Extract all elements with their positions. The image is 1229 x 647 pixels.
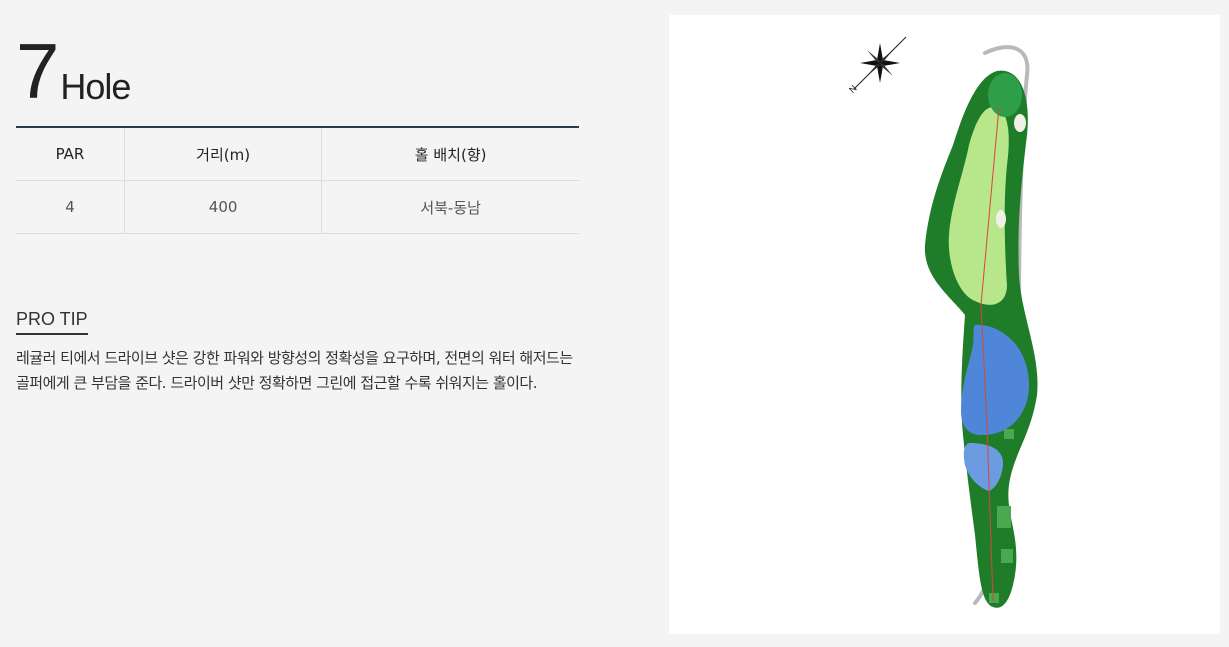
table-row: 4 400 서북-동남 bbox=[16, 180, 579, 234]
tee-box bbox=[1001, 549, 1013, 563]
tee-box bbox=[997, 506, 1011, 528]
putting-green bbox=[988, 73, 1022, 117]
table-header-row: PAR 거리(m) 홀 배치(향) bbox=[16, 127, 579, 181]
cell-par: 4 bbox=[16, 180, 125, 234]
tee-box bbox=[989, 593, 999, 603]
hole-number: 7 bbox=[16, 27, 59, 115]
bunker bbox=[1014, 114, 1026, 132]
hole-label: Hole bbox=[60, 66, 131, 107]
hole-map: N bbox=[669, 15, 1220, 634]
hole-details: 7 Hole PAR 거리(m) 홀 배치(향) 4 400 서북-동남 PRO… bbox=[16, 27, 579, 392]
header-orientation: 홀 배치(향) bbox=[321, 127, 579, 181]
bunker bbox=[996, 210, 1006, 228]
cell-orientation: 서북-동남 bbox=[321, 180, 579, 234]
pro-tip-heading: PRO TIP bbox=[16, 309, 88, 335]
hole-title: 7 Hole bbox=[16, 27, 579, 115]
hole-info-page: 7 Hole PAR 거리(m) 홀 배치(향) 4 400 서북-동남 PRO… bbox=[0, 0, 1229, 647]
pro-tip-text: 레귤러 티에서 드라이브 샷은 강한 파워와 방향성의 정확성을 요구하며, 전… bbox=[16, 349, 573, 392]
compass-north-label: N bbox=[847, 83, 859, 95]
cell-distance: 400 bbox=[124, 180, 323, 234]
header-par: PAR bbox=[16, 127, 125, 181]
hole-map-illustration: N bbox=[847, 36, 1038, 608]
hole-info-table: PAR 거리(m) 홀 배치(향) 4 400 서북-동남 bbox=[16, 126, 579, 234]
header-distance: 거리(m) bbox=[124, 127, 323, 181]
tee-box bbox=[1004, 429, 1014, 439]
compass-star-icon bbox=[853, 36, 907, 90]
